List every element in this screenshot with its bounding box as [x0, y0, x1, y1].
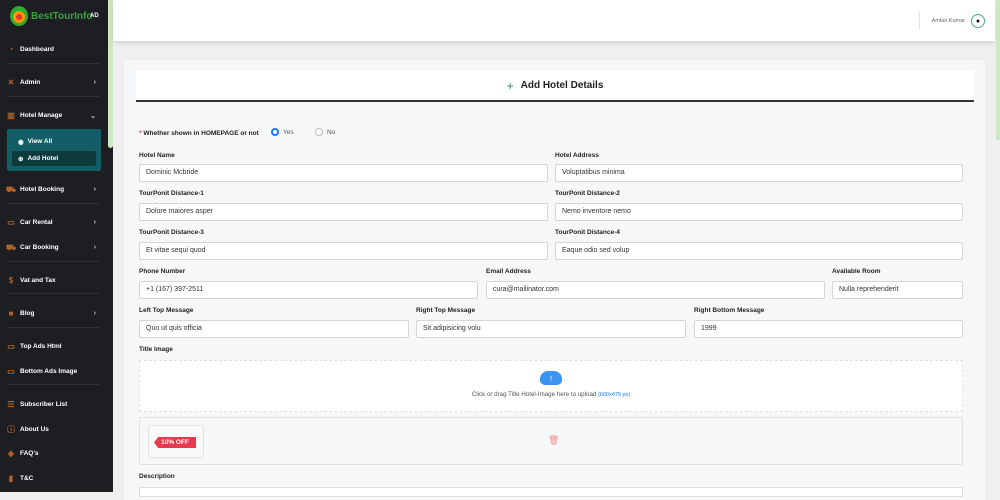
sidebar-item-bottom-ads[interactable]: ▭ Bottom Ads Image — [7, 367, 100, 376]
tp4-input[interactable]: Eaque odio sed volup — [555, 242, 963, 260]
submenu-view-all[interactable]: ◉ View All — [12, 134, 96, 149]
sidebar-item-faq[interactable]: ◈ FAQ's — [7, 449, 100, 458]
sidebar-item-hotel-manage[interactable]: ▥ Hotel Manage ⌄ — [7, 111, 100, 120]
tp1-input[interactable]: Dolore maiores asper — [139, 203, 548, 221]
logo-icon — [10, 6, 28, 26]
admin-badge: AD — [90, 13, 99, 19]
room-input[interactable]: Nulla reprehenderit — [832, 281, 963, 299]
user-menu[interactable]: Amlan Kumar ● — [918, 12, 985, 30]
cloud-upload-icon: ↑ — [540, 371, 562, 385]
sidebar-item-tc[interactable]: ▮ T&C — [7, 474, 100, 483]
sidebar-item-hotel-booking[interactable]: ⛟ Hotel Booking › — [5, 184, 100, 194]
chevron-right-icon: › — [93, 244, 96, 251]
hotel-name-input[interactable]: Dominic Mcbride — [139, 164, 548, 182]
phone-input[interactable]: +1 (167) 397-2511 — [139, 281, 478, 299]
radio-unchecked-icon — [315, 128, 323, 136]
ltm-label: Left Top Message — [139, 307, 194, 314]
plus-icon: + — [506, 78, 514, 93]
sidebar-item-admin[interactable]: ✕ Admin › — [7, 78, 100, 87]
radio-checked-icon — [271, 128, 279, 136]
sidebar-item-vat-tax[interactable]: $ Vat and Tax — [7, 276, 100, 285]
description-editor[interactable] — [139, 487, 963, 497]
plus-circle-icon: ⊕ — [18, 155, 24, 163]
dashboard-icon: ◔ — [8, 45, 14, 54]
image-preview: 10% OFF 🗑 — [139, 417, 963, 465]
blog-icon: ■ — [8, 309, 14, 318]
bank-icon: ▥ — [7, 111, 15, 120]
user-name: Amlan Kumar — [931, 18, 965, 24]
sidebar-item-blog[interactable]: ■ Blog › — [7, 309, 100, 318]
radio-no[interactable]: No — [315, 128, 335, 136]
chevron-right-icon: › — [93, 219, 96, 226]
rbm-label: Right Bottom Message — [694, 307, 765, 314]
tp2-label: TourPonit Distance-2 — [555, 190, 620, 197]
file-icon: ▮ — [8, 474, 14, 483]
tp3-input[interactable]: Et vitae sequi quod — [139, 242, 548, 260]
rbm-input[interactable]: 1999 — [694, 320, 963, 338]
truck-icon: ▭ — [7, 218, 15, 227]
tp4-label: TourPonit Distance-4 — [555, 229, 620, 236]
trash-icon[interactable]: 🗑 — [548, 435, 559, 446]
tp3-label: TourPonit Distance-3 — [139, 229, 204, 236]
sidebar-item-top-ads[interactable]: ▭ Top Ads Html — [7, 342, 100, 351]
cart-icon: ⛟ — [5, 184, 17, 194]
faq-icon: ◈ — [7, 449, 15, 458]
sidebar-item-about-us[interactable]: ⓘ About Us — [7, 425, 100, 434]
tp2-input[interactable]: Nemo inventore nemo — [555, 203, 963, 221]
homepage-label: Whether shown in HOMEPAGE or not — [143, 130, 259, 137]
chevron-right-icon: › — [93, 310, 96, 317]
hotel-address-label: Hotel Address — [555, 152, 599, 159]
brand-logo[interactable]: BestTourInfo — [10, 6, 92, 26]
sidebar: BestTourInfo AD ◔ Dashboard ✕ Admin › ▥ Hote… — [0, 0, 108, 492]
sidebar-item-subscriber-list[interactable]: ☰ Subscriber List — [7, 400, 100, 409]
room-label: Available Room — [832, 268, 881, 275]
hotel-address-input[interactable]: Voluptatibus minima — [555, 164, 963, 182]
sidebar-item-dashboard[interactable]: ◔ Dashboard — [7, 45, 100, 54]
title-image-label: Title Image — [139, 346, 173, 353]
hotel-name-label: Hotel Name — [139, 152, 175, 159]
form-title: + Add Hotel Details — [136, 71, 974, 102]
list-icon: ☰ — [7, 400, 15, 409]
rtm-input[interactable]: Sit adipisicing volu — [416, 320, 686, 338]
cart-icon: ⛟ — [5, 242, 17, 252]
sidebar-item-car-booking[interactable]: ⛟ Car Booking › — [5, 242, 100, 252]
info-icon: ⓘ — [7, 425, 15, 434]
description-label: Description — [139, 473, 175, 480]
page-scrollbar[interactable] — [996, 0, 1000, 140]
avatar-icon[interactable]: ● — [971, 14, 985, 28]
tools-icon: ✕ — [7, 78, 15, 87]
ltm-input[interactable]: Quo ut quis officia — [139, 320, 409, 338]
chevron-right-icon: › — [93, 79, 96, 86]
chevron-right-icon: › — [93, 186, 96, 193]
top-header: Amlan Kumar ● — [113, 0, 995, 41]
submenu-add-hotel[interactable]: ⊕ Add Hotel — [12, 151, 96, 166]
ad-icon: ▭ — [7, 342, 15, 351]
hotel-submenu: ◉ View All ⊕ Add Hotel — [7, 129, 101, 171]
sidebar-item-car-rental[interactable]: ▭ Car Rental › — [7, 218, 100, 227]
radio-yes[interactable]: Yes — [271, 128, 294, 136]
ad-icon: ▭ — [7, 367, 15, 376]
rtm-label: Right Top Message — [416, 307, 476, 314]
phone-label: Phone Number — [139, 268, 186, 275]
tp1-label: TourPonit Distance-1 — [139, 190, 204, 197]
eye-icon: ◉ — [18, 138, 24, 146]
image-upload-dropzone[interactable]: ↑ Click or drag Title Hotel-Image here t… — [139, 360, 963, 412]
dollar-icon: $ — [8, 276, 14, 285]
email-input[interactable]: cura@mailinator.com — [486, 281, 825, 299]
image-thumbnail: 10% OFF — [148, 425, 204, 458]
chevron-down-icon: ⌄ — [90, 112, 96, 120]
email-label: Email Address — [486, 268, 531, 275]
